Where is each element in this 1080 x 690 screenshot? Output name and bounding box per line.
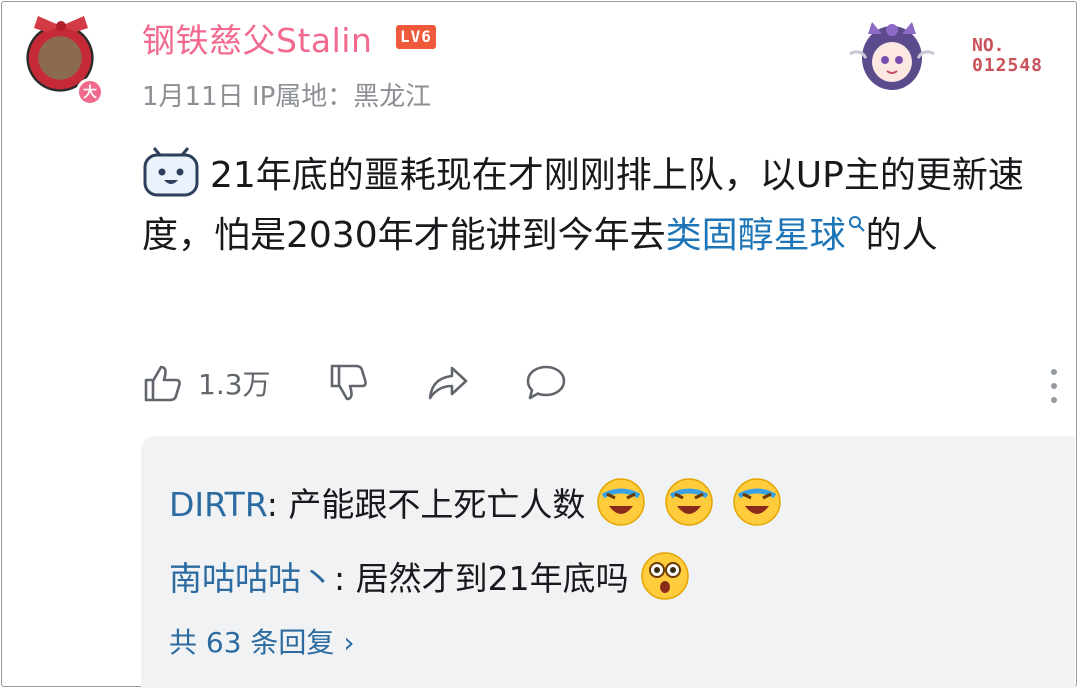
crying-laughing-emoji-icon — [665, 478, 714, 526]
ip-location: IP属地：黑龙江 — [251, 82, 432, 112]
search-icon — [848, 216, 865, 232]
more-options-icon[interactable] — [1046, 366, 1062, 408]
action-bar: 1.3万 — [142, 362, 1072, 412]
dislike-button[interactable] — [328, 362, 370, 404]
reply-text: : 居然才到21年底吗 — [334, 559, 629, 598]
thumbs-down-icon — [330, 364, 367, 401]
comment-bubble-icon — [526, 365, 566, 400]
reply-username[interactable]: DIRTR — [169, 485, 267, 524]
share-icon — [428, 366, 468, 400]
reply-button[interactable] — [524, 362, 568, 404]
keyword-search-link[interactable]: 类固醇星球 — [666, 215, 866, 256]
user-avatar[interactable]: 大 — [20, 14, 104, 108]
bow-decoration-icon — [34, 16, 88, 32]
crying-laughing-emoji-icon — [597, 478, 646, 526]
replies-preview: DIRTR: 产能跟不上死亡人数 南咕咕咕丶: 居然才到21年底吗 共 63 条… — [141, 436, 1075, 688]
reply-item[interactable]: DIRTR: 产能跟不上死亡人数 — [169, 476, 783, 528]
reply-item[interactable]: 南咕咕咕丶: 居然才到21年底吗 — [169, 550, 691, 602]
shocked-emoji-icon — [640, 552, 689, 600]
keyword-label: 类固醇星球 — [665, 215, 846, 256]
fan-number: 012548 — [972, 55, 1044, 76]
reply-username[interactable]: 南咕咕咕丶 — [169, 559, 334, 598]
username[interactable]: 钢铁慈父Stalin — [142, 14, 372, 62]
share-button[interactable] — [426, 362, 470, 404]
thumbs-up-icon — [144, 365, 181, 402]
fan-number-badge: NO. 012548 — [972, 36, 1043, 76]
fan-number-label: NO. — [972, 35, 1005, 56]
anime-girl-decoration-icon — [849, 22, 935, 90]
tv-mascot-emoji-icon — [143, 147, 199, 197]
like-button[interactable]: 1.3万 — [142, 362, 271, 404]
like-count: 1.3万 — [198, 368, 271, 401]
view-more-replies-link[interactable]: 共 63 条回复 › — [169, 621, 355, 661]
comment-meta: 1月11日 IP属地：黑龙江 — [142, 76, 431, 113]
comment-date: 1月11日 — [142, 82, 244, 112]
avatar-badge: 大 — [76, 78, 104, 106]
reply-text: : 产能跟不上死亡人数 — [266, 485, 586, 524]
comment-text-tail: 的人 — [865, 215, 938, 256]
comment-content: 21年底的噩耗现在才刚刚排上队，以UP主的更新速度，怕是2030年才能讲到今年去… — [142, 146, 1067, 266]
crying-laughing-emoji-icon — [733, 478, 782, 526]
level-badge: LV6 — [396, 25, 436, 49]
